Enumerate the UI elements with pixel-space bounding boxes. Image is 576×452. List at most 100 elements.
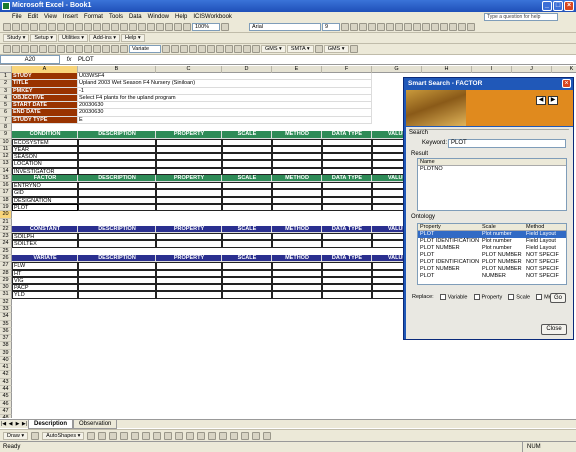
row-header[interactable]: 31 (0, 291, 12, 299)
factor-row-cell[interactable] (272, 189, 322, 197)
tool-icon-19[interactable] (198, 45, 206, 53)
variate-row-name[interactable]: VIG (12, 276, 78, 285)
ontology-row[interactable]: PLOT Plot number Field Layout (418, 231, 566, 238)
study-info-label[interactable]: STUDY (12, 73, 78, 81)
condition-row-cell[interactable] (322, 138, 372, 146)
row-header[interactable]: 28 (0, 269, 12, 277)
row-header[interactable]: 6 (0, 109, 12, 117)
variate-row-cell[interactable] (272, 262, 322, 270)
variate-row-name[interactable]: YLD (12, 291, 78, 299)
row-header[interactable]: 34 (0, 313, 12, 321)
sort-ascending-icon[interactable] (156, 23, 164, 31)
variate-row-cell[interactable] (272, 291, 322, 299)
arrow-style-icon[interactable] (241, 431, 250, 440)
setup-menu-button[interactable]: Setup ▾ (30, 34, 58, 42)
email-icon[interactable] (39, 23, 47, 31)
textbox-icon[interactable] (131, 431, 140, 440)
close-window-button[interactable]: × (564, 1, 574, 11)
underline-icon[interactable] (359, 23, 367, 31)
constant-row-name[interactable]: SOILPH (12, 233, 78, 241)
constant-row-cell[interactable] (156, 233, 222, 241)
column-header[interactable]: D (222, 66, 272, 73)
column-title-scale[interactable]: SCALE (222, 255, 272, 263)
condition-row-name[interactable]: LOCATION (12, 160, 78, 168)
constant-row-cell[interactable] (272, 240, 322, 248)
condition-row-cell[interactable] (322, 167, 372, 175)
row-header[interactable]: 36 (0, 327, 12, 336)
autosum-icon[interactable] (147, 23, 155, 31)
factor-row-cell[interactable] (322, 196, 372, 205)
column-title-data_type[interactable]: DATA TYPE (322, 225, 372, 234)
next-sheet-icon[interactable]: ▶ (14, 421, 21, 428)
constant-row-cell[interactable] (156, 240, 222, 248)
percent-icon[interactable] (413, 23, 421, 31)
maximize-button[interactable]: □ (553, 1, 563, 11)
menu-view[interactable]: View (44, 14, 57, 20)
tool-icon-22[interactable] (225, 45, 233, 53)
column-title-property[interactable]: PROPERTY (156, 131, 222, 139)
name-box[interactable]: A20 (0, 55, 60, 64)
variate-row-cell[interactable] (78, 276, 156, 285)
factor-row-cell[interactable] (322, 204, 372, 212)
study-info-value[interactable]: E (78, 116, 372, 124)
factor-row-cell[interactable] (322, 189, 372, 197)
factor-row-cell[interactable] (78, 189, 156, 197)
row-header[interactable]: 18 (0, 196, 12, 205)
column-header[interactable]: I (472, 66, 512, 73)
menu-data[interactable]: Data (129, 14, 142, 20)
factor-row-cell[interactable] (156, 182, 222, 190)
row-header[interactable]: 10 (0, 138, 12, 146)
tool-icon-10[interactable] (84, 45, 92, 53)
variate-row-cell[interactable] (222, 269, 272, 277)
clipart-icon[interactable] (164, 431, 173, 440)
study-info-label[interactable]: TITLE (12, 80, 78, 88)
row-header[interactable]: 3 (0, 87, 12, 95)
factor-row-cell[interactable] (78, 204, 156, 212)
row-header[interactable]: 38 (0, 342, 12, 350)
column-title-scale[interactable]: SCALE (222, 225, 272, 234)
condition-row-cell[interactable] (322, 160, 372, 168)
constant-row-cell[interactable] (322, 240, 372, 248)
factor-row-cell[interactable] (156, 189, 222, 197)
factor-row-cell[interactable] (222, 182, 272, 190)
tool-icon-9[interactable] (75, 45, 83, 53)
increase-decimal-icon[interactable] (431, 23, 439, 31)
decrease-indent-icon[interactable] (440, 23, 448, 31)
condition-row-name[interactable]: INVESTIGATOR (12, 167, 78, 175)
row-header[interactable]: 21 (0, 218, 12, 226)
variate-row-cell[interactable] (322, 276, 372, 285)
factor-row-cell[interactable] (272, 196, 322, 205)
currency-icon[interactable] (404, 23, 412, 31)
align-center-icon[interactable] (377, 23, 385, 31)
permission-icon[interactable] (30, 23, 38, 31)
draw-menu-button[interactable]: Draw ▾ (3, 431, 29, 440)
redo-icon[interactable] (129, 23, 137, 31)
addins-menu-button[interactable]: Add-ins ▾ (89, 34, 120, 42)
ontology-list[interactable]: Property Scale Method PLOT Plot number Fie… (417, 223, 567, 285)
drawing-icon[interactable] (183, 23, 191, 31)
tool-icon-13[interactable] (111, 45, 119, 53)
tool-icon-20[interactable] (207, 45, 215, 53)
study-menu-button[interactable]: Study ▾ (3, 34, 30, 42)
condition-row-cell[interactable] (78, 138, 156, 146)
column-title-description[interactable]: DESCRIPTION (78, 174, 156, 183)
tool-icon-7[interactable] (57, 45, 65, 53)
variate-row-cell[interactable] (322, 291, 372, 299)
fill-color-icon[interactable] (458, 23, 466, 31)
dash-style-icon[interactable] (230, 431, 239, 440)
study-info-value[interactable]: 20030630 (78, 109, 372, 117)
keyword-input[interactable]: PLOT (448, 139, 566, 148)
nav-back-icon[interactable]: ◀ (536, 96, 546, 105)
row-header[interactable]: 12 (0, 153, 12, 161)
row-header[interactable]: 14 (0, 167, 12, 175)
cut-icon[interactable] (84, 23, 92, 31)
nav-forward-icon[interactable]: ▶ (548, 96, 558, 105)
row-header[interactable]: 43 (0, 378, 12, 387)
condition-row-name[interactable]: YEAR (12, 145, 78, 154)
autoshapes-menu-button[interactable]: AutoShapes ▾ (42, 431, 85, 440)
line-color-icon[interactable] (197, 431, 206, 440)
new-icon[interactable] (3, 23, 11, 31)
variate-row-cell[interactable] (78, 269, 156, 277)
variate-row-cell[interactable] (222, 284, 272, 292)
row-header[interactable]: 20 (0, 211, 12, 219)
